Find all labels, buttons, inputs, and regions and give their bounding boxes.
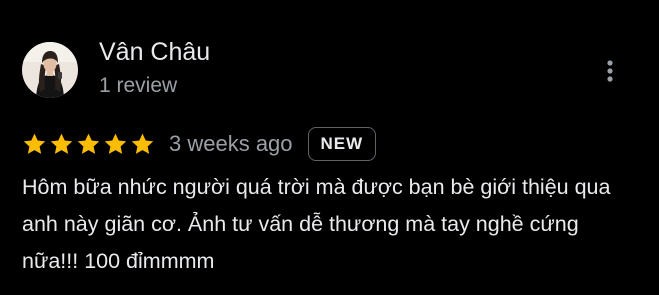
- reviewer-review-count[interactable]: 1 review: [99, 72, 177, 100]
- avatar[interactable]: [22, 42, 78, 98]
- rating-row: 3 weeks ago NEW: [22, 124, 377, 164]
- review-card: Vân Châu 1 review 3 weeks ago NEW Hôm bữ…: [0, 0, 659, 295]
- review-text: Hôm bữa nhức người quá trời mà được bạn …: [22, 175, 611, 273]
- more-vert-icon: [607, 59, 613, 87]
- reviewer-name[interactable]: Vân Châu: [99, 36, 210, 68]
- new-badge: NEW: [307, 127, 377, 161]
- more-options-button[interactable]: [594, 55, 626, 91]
- star-icon: [76, 132, 101, 157]
- star-rating: [22, 132, 155, 157]
- review-date: 3 weeks ago: [169, 131, 293, 156]
- star-icon: [130, 132, 155, 157]
- star-icon: [49, 132, 74, 157]
- star-icon: [22, 132, 47, 157]
- star-icon: [103, 132, 128, 157]
